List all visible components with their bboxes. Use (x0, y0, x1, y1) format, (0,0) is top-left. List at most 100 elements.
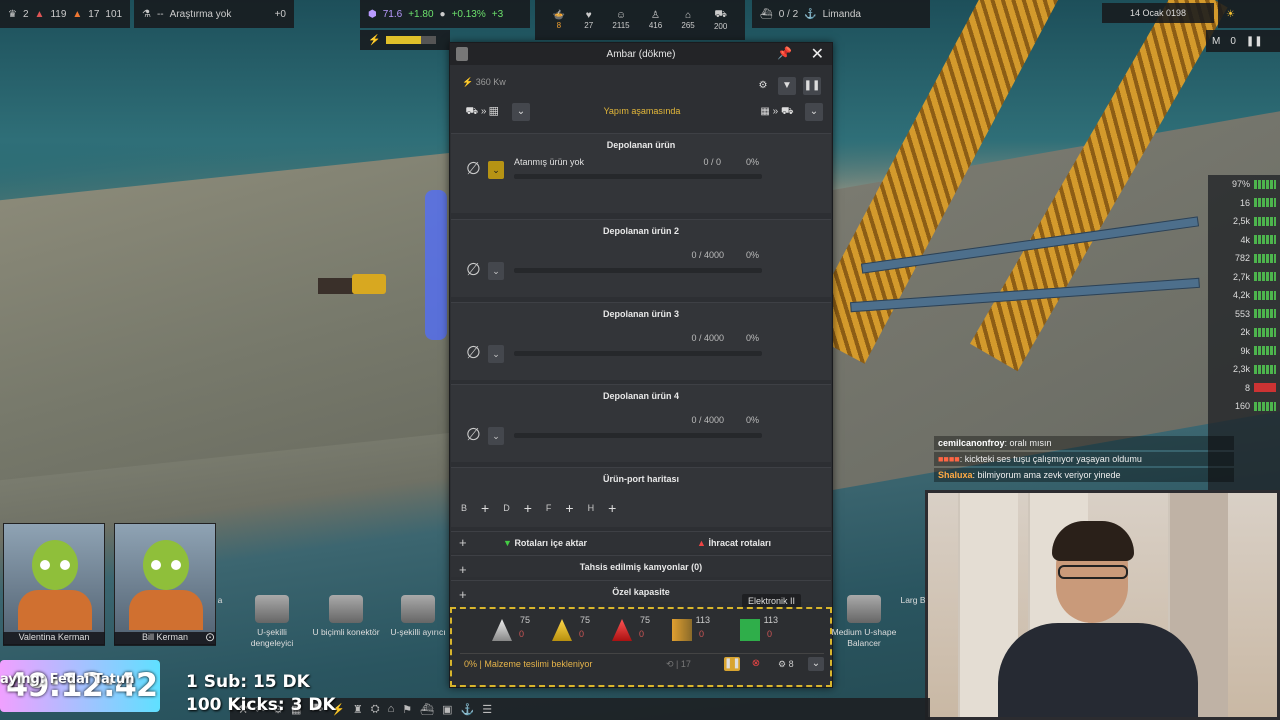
tool-label: a (217, 595, 223, 605)
input-routing-icon[interactable]: ⛟ » ▦ (460, 103, 504, 121)
slot-quantity: 0 / 0 (703, 157, 721, 167)
priority-level[interactable]: ⚙ 8 (778, 659, 794, 670)
tool-icon[interactable]: ☰ (482, 703, 492, 716)
priority-icon[interactable]: ❚❚ (724, 657, 741, 671)
health-stat[interactable]: ♥ 27 (584, 10, 593, 30)
expand-icon[interactable]: + (459, 584, 467, 606)
chevron-down-icon[interactable]: ⌄ (805, 103, 823, 121)
storage-slot-2: Depolanan ürün 2 ∅ ⌄ 0 / 4000 0% (451, 219, 831, 297)
add-port-icon[interactable]: + (481, 500, 489, 516)
workers-stat[interactable]: ♙ 416 (649, 10, 662, 30)
close-icon[interactable]: ✕ (811, 44, 824, 64)
build-tool[interactable]: a (200, 595, 240, 606)
resource-item[interactable]: 2,5k (1208, 212, 1280, 231)
alert-count: 101 (105, 8, 123, 20)
add-port-icon[interactable]: + (565, 500, 573, 516)
tool-icon[interactable]: ♜ (353, 703, 363, 716)
chevron-down-icon[interactable]: ⌄ (808, 657, 824, 671)
resource-item[interactable]: 16 (1208, 194, 1280, 213)
tool-icon[interactable]: ⛭ (371, 703, 380, 716)
truck[interactable] (318, 272, 388, 298)
resource-item[interactable]: 782 (1208, 249, 1280, 268)
pause-icon[interactable]: ❚❚ (803, 77, 821, 95)
housing-stat[interactable]: ⌂ 265 (681, 10, 694, 30)
cancel-icon[interactable]: ⊗ (748, 657, 764, 671)
tool-icon[interactable]: ⛴ (420, 703, 434, 716)
speed-button[interactable]: M (1212, 36, 1220, 47)
tool-icon[interactable]: ⚓ (461, 703, 475, 716)
resource-item[interactable]: 2,7k (1208, 268, 1280, 287)
filter-icon[interactable]: ▼ (778, 77, 796, 95)
electronics-icon (740, 619, 760, 641)
material-item[interactable]: 113 0 (738, 615, 778, 643)
resource-item[interactable]: 9k (1208, 342, 1280, 361)
alert-count: 119 (50, 8, 67, 20)
chevron-down-icon[interactable]: ⌄ (512, 103, 530, 121)
build-tool[interactable]: U-şekilli ayırıcı (382, 595, 454, 638)
resource-item[interactable]: 97% (1208, 175, 1280, 194)
ships-box[interactable]: ⛴ 0 / 2 ⚓ Limanda (752, 0, 930, 28)
port-status: Limanda (822, 8, 861, 20)
research-box[interactable]: ⚗ -- Araştırma yok +0 (134, 0, 294, 28)
resource-item[interactable]: 4k (1208, 231, 1280, 250)
kick-goal: 100 Kicks: 3 DK (186, 695, 336, 715)
info-icon[interactable] (456, 47, 468, 61)
import-routes-button[interactable]: ▼ Rotaları içe aktar (503, 538, 587, 548)
panel-titlebar: Ambar (dökme) 📌 ✕ (450, 43, 832, 65)
speed-button[interactable]: 0 (1230, 36, 1236, 47)
resource-item[interactable]: 553 (1208, 305, 1280, 324)
weather-box[interactable]: ☀ (1218, 0, 1280, 28)
tool-icon[interactable]: ⚑ (402, 703, 412, 716)
tool-icon[interactable]: ⌂ (388, 703, 395, 715)
add-port-icon[interactable]: + (524, 500, 532, 516)
resource-item[interactable]: 2,3k (1208, 360, 1280, 379)
tool-icon[interactable]: ▣ (442, 703, 452, 716)
storage-slot-3: Depolanan ürün 3 ∅ ⌄ 0 / 4000 0% (451, 302, 831, 380)
product-dropdown[interactable]: ⌄ (488, 345, 504, 363)
material-needed: 75 (579, 615, 590, 625)
fire-icon[interactable]: ▲ (72, 9, 82, 20)
export-routes-button[interactable]: ▲ İhracat rotaları (697, 538, 771, 548)
expand-icon[interactable]: + (459, 535, 467, 550)
resource-item[interactable]: 160 (1208, 397, 1280, 416)
upgrade-icon[interactable]: ⚙ (754, 77, 772, 95)
slot-percent: 0% (745, 250, 759, 260)
food-stat[interactable]: 🍲 8 (553, 10, 565, 30)
slot-title: Depolanan ürün 3 (602, 309, 679, 319)
product-dropdown[interactable]: ⌄ (488, 262, 504, 280)
add-port-icon[interactable]: + (608, 500, 616, 516)
resource-item[interactable]: 2k (1208, 323, 1280, 342)
pause-icon[interactable]: ❚❚ (1246, 36, 1263, 47)
resource-value: 8 (1244, 382, 1250, 393)
material-item[interactable]: 75 0 (610, 615, 650, 643)
output-routing-icon[interactable]: ▦ » ⛟ (754, 103, 800, 121)
stream-chat: cemilcanonfroy: oralı mısın ■■■■: kickte… (934, 436, 1234, 484)
product-dropdown[interactable]: ⌄ (488, 161, 504, 179)
pin-icon[interactable]: 📌 (777, 46, 792, 60)
vehicle-stat[interactable]: ⛟ 200 (714, 9, 727, 31)
expand-icon[interactable]: + (459, 559, 467, 581)
resource-item[interactable]: 8 (1208, 379, 1280, 398)
resource-value: 4k (1240, 234, 1250, 245)
build-tool[interactable]: U biçimli konektör (310, 595, 382, 638)
assigned-trucks-row[interactable]: + Tahsis edilmiş kamyonlar (0) (451, 555, 831, 577)
research-sep: -- (156, 8, 164, 20)
material-item[interactable]: 75 0 (550, 615, 590, 643)
eye (60, 560, 70, 570)
resource-value: 160 (1234, 401, 1250, 412)
alert-icon[interactable]: ▲ (35, 9, 45, 20)
build-tool[interactable]: Larg B (900, 595, 926, 606)
camera-icon[interactable]: ⊙ (205, 630, 215, 644)
product-port-map: Ürün-port haritası B + D + F + H + (451, 467, 831, 527)
resource-item[interactable]: 4,2k (1208, 286, 1280, 305)
import-icon: ▼ (503, 538, 512, 548)
trophy-icon[interactable]: ♛ (8, 9, 17, 20)
alert-count: 17 (88, 8, 100, 20)
build-tool[interactable]: Medium U-shape Balancer (830, 595, 898, 649)
build-tool[interactable]: U-şekilli dengeleyici (236, 595, 308, 649)
material-item[interactable]: 75 0 (490, 615, 530, 643)
product-dropdown[interactable]: ⌄ (488, 427, 504, 445)
material-item[interactable]: 113 0 (670, 615, 710, 643)
pop-stat[interactable]: ☺ 2115 (612, 10, 629, 30)
achievement-count: 2 (22, 8, 29, 20)
